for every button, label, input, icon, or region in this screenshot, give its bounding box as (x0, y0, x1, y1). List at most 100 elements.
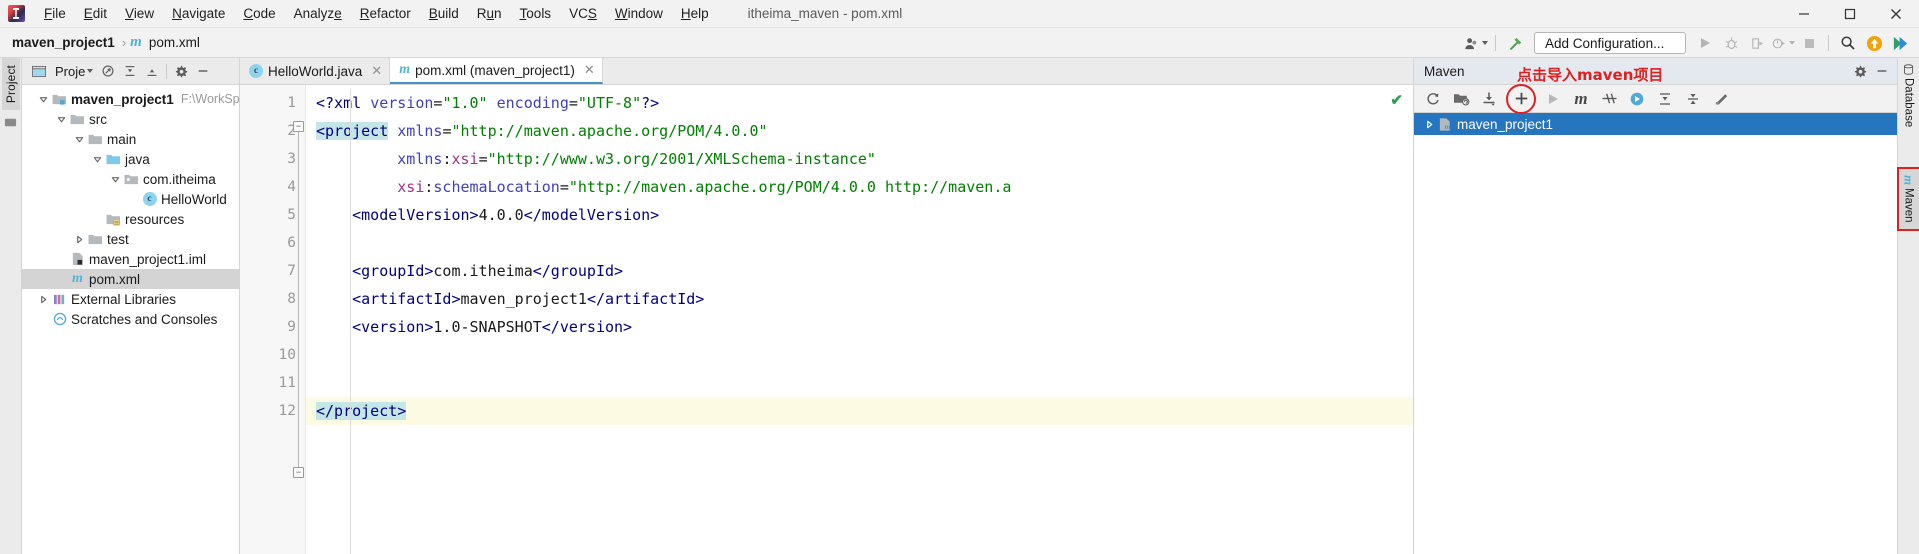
toggle-skip-tests-icon[interactable] (1596, 88, 1622, 110)
rail-tab-maven[interactable]: m Maven (1899, 169, 1919, 229)
settings-icon[interactable] (1708, 88, 1734, 110)
reload-icon[interactable] (1420, 88, 1446, 110)
execute-icon[interactable] (1624, 88, 1650, 110)
code-line[interactable]: xmlns:xsi="http://www.w3.org/2001/XMLSch… (306, 145, 1413, 173)
expand-icon[interactable] (1680, 88, 1706, 110)
maven-tree-node[interactable]: mmaven_project1 (1414, 113, 1897, 135)
chevron-down-icon[interactable] (87, 69, 93, 73)
tree-node-com-itheima[interactable]: com.itheima (22, 169, 239, 189)
code-line[interactable]: <version>1.0-SNAPSHOT</version> (306, 313, 1413, 341)
project-view-icon[interactable] (28, 61, 50, 81)
code-line[interactable] (306, 369, 1413, 397)
hammer-build-icon[interactable] (1502, 31, 1528, 55)
tree-node-maven-project1[interactable]: maven_project1F:\WorkSpa (22, 89, 239, 109)
tree-twisty[interactable] (36, 95, 51, 104)
breadcrumb-item-project[interactable]: maven_project1 (9, 34, 118, 51)
tree-node-pom-xml[interactable]: mpom.xml (22, 269, 239, 289)
rail-tab-project[interactable]: Project (2, 58, 20, 110)
tree-node-helloworld[interactable]: cHelloWorld (22, 189, 239, 209)
editor-tab-helloworld-java[interactable]: cHelloWorld.java✕ (240, 58, 390, 84)
tree-node-resources[interactable]: resources (22, 209, 239, 229)
debug-icon[interactable] (1718, 31, 1744, 55)
tree-node-java[interactable]: java (22, 149, 239, 169)
expand-all-icon[interactable] (119, 61, 141, 81)
code-token: </version> (542, 318, 632, 336)
collapse-icon[interactable] (1652, 88, 1678, 110)
structure-icon[interactable] (4, 116, 17, 132)
rail-tab-database[interactable]: Database (1901, 58, 1917, 133)
run-icon[interactable] (1692, 31, 1718, 55)
fold-marker-line12[interactable]: − (293, 467, 304, 478)
code-line[interactable] (306, 229, 1413, 257)
menu-item-refactor[interactable]: Refactor (351, 0, 420, 28)
add-module-icon[interactable] (1448, 88, 1474, 110)
close-icon[interactable]: ✕ (584, 62, 595, 78)
code-line[interactable]: <project xmlns="http://maven.apache.org/… (306, 117, 1413, 145)
tree-node-maven-project1-iml[interactable]: maven_project1.iml (22, 249, 239, 269)
gear-icon[interactable] (170, 61, 192, 81)
code-line[interactable] (306, 341, 1413, 369)
menu-item-run[interactable]: Run (468, 0, 511, 28)
download-sources-icon[interactable] (1476, 88, 1502, 110)
minimize-button[interactable] (1781, 0, 1827, 28)
code-token: </project> (316, 402, 406, 420)
code-line[interactable]: <?xml version="1.0" encoding="UTF-8"?> (306, 89, 1413, 117)
tree-twisty[interactable] (54, 115, 69, 124)
tree-node-test[interactable]: test (22, 229, 239, 249)
menu-item-tools[interactable]: Tools (511, 0, 561, 28)
profiler-icon[interactable] (1770, 31, 1796, 55)
code-line[interactable]: <modelVersion>4.0.0</modelVersion> (306, 201, 1413, 229)
code-line[interactable]: <artifactId>maven_project1</artifactId> (306, 285, 1413, 313)
project-panel-title[interactable]: Proje (55, 64, 85, 79)
menu-item-build[interactable]: Build (420, 0, 468, 28)
ide-icon[interactable] (1887, 31, 1913, 55)
gear-icon[interactable] (1849, 61, 1871, 81)
menu-item-navigate[interactable]: Navigate (163, 0, 234, 28)
search-icon[interactable] (1835, 31, 1861, 55)
tree-twisty[interactable] (108, 175, 123, 184)
menu-item-code[interactable]: Code (234, 0, 284, 28)
tree-node-main[interactable]: main (22, 129, 239, 149)
tree-twisty[interactable] (1422, 120, 1437, 129)
update-icon[interactable] (1861, 31, 1887, 55)
code-content[interactable]: <?xml version="1.0" encoding="UTF-8"?><p… (306, 85, 1413, 554)
menu-item-edit[interactable]: Edit (75, 0, 116, 28)
hide-icon[interactable] (1871, 61, 1893, 81)
add-configuration-button[interactable]: Add Configuration... (1534, 32, 1686, 54)
user-avatar-icon[interactable] (1463, 31, 1489, 55)
hide-icon[interactable] (192, 61, 214, 81)
maven-goal-icon[interactable]: m (1568, 88, 1594, 110)
locate-icon[interactable] (97, 61, 119, 81)
coverage-icon[interactable] (1744, 31, 1770, 55)
tree-twisty[interactable] (72, 135, 87, 144)
editor-tab-pom-xml[interactable]: mpom.xml (maven_project1)✕ (390, 58, 603, 84)
menu-item-vcs[interactable]: VCS (560, 0, 606, 28)
close-icon[interactable]: ✕ (371, 63, 382, 79)
close-button[interactable] (1873, 0, 1919, 28)
collapse-all-icon[interactable] (141, 61, 163, 81)
menu-item-view[interactable]: View (116, 0, 163, 28)
tree-twisty[interactable] (72, 235, 87, 244)
menu-item-help[interactable]: Help (672, 0, 718, 28)
tree-twisty[interactable] (90, 155, 105, 164)
tree-node-scratches-and-consoles[interactable]: Scratches and Consoles (22, 309, 239, 329)
inspection-ok-icon[interactable]: ✔ (1390, 91, 1403, 109)
code-line[interactable]: xsi:schemaLocation="http://maven.apache.… (306, 173, 1413, 201)
add-icon[interactable] (1508, 88, 1534, 110)
tree-twisty[interactable] (36, 295, 51, 304)
code-line[interactable]: </project> (306, 397, 1413, 425)
menu-item-file[interactable]: File (35, 0, 75, 28)
menu-item-analyze[interactable]: Analyze (285, 0, 351, 28)
maximize-button[interactable] (1827, 0, 1873, 28)
tree-node-src[interactable]: src (22, 109, 239, 129)
tree-node-external-libraries[interactable]: External Libraries (22, 289, 239, 309)
stop-icon[interactable] (1796, 31, 1822, 55)
menu-item-window[interactable]: Window (606, 0, 672, 28)
project-tree[interactable]: maven_project1F:\WorkSpasrcmainjavacom.i… (22, 85, 239, 554)
run-icon[interactable] (1540, 88, 1566, 110)
fold-marker-line2[interactable]: − (293, 121, 304, 132)
code-editor[interactable]: − − 123456789101112 <?xml version="1.0" … (240, 85, 1413, 554)
code-line[interactable]: <groupId>com.itheima</groupId> (306, 257, 1413, 285)
breadcrumb-item-file[interactable]: pom.xml (146, 34, 203, 51)
maven-projects-tree[interactable]: mmaven_project1 (1414, 113, 1897, 554)
